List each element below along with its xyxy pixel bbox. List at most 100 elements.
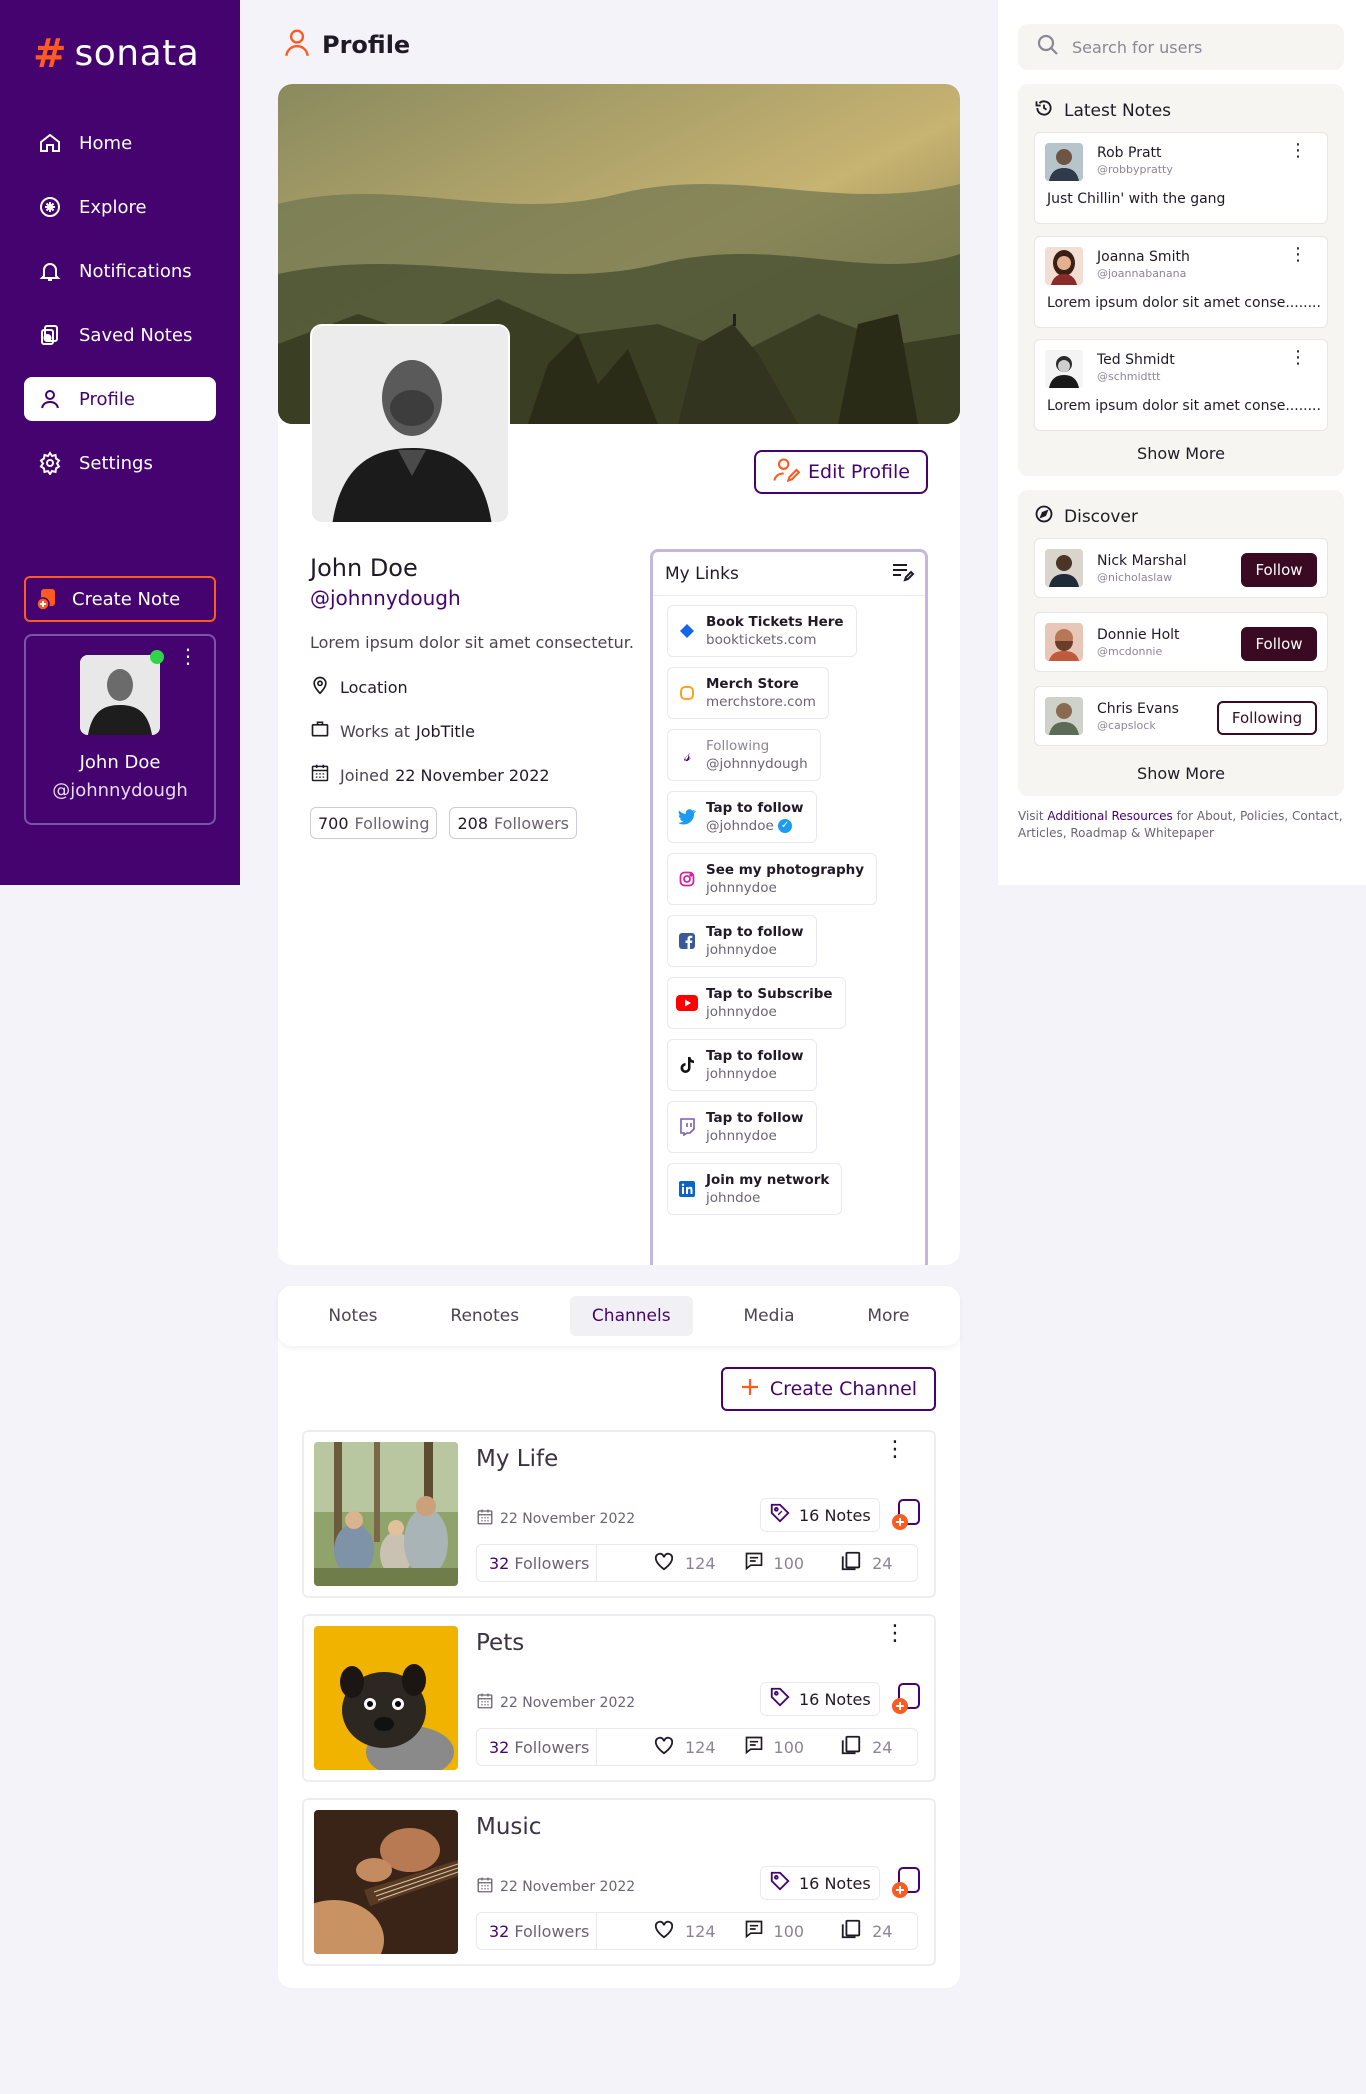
link-item-youtube[interactable]: Tap to Subscribe johnnydoe [667,977,846,1029]
tab-notes[interactable]: Notes [306,1296,399,1336]
search-input[interactable] [1072,37,1312,57]
more-options-icon[interactable]: ⋮ [884,1439,906,1461]
plus-icon [740,1377,760,1402]
more-options-icon[interactable]: ⋮ [884,1623,906,1645]
discover-user-card[interactable]: Donnie Holt @mcdonnie Follow [1034,612,1328,672]
latest-note-card[interactable]: Rob Pratt @robbypratty ⋮ Just Chillin' w… [1034,132,1328,224]
link-label: Tap to follow [706,1110,804,1126]
show-more-notes-link[interactable]: Show More [1018,444,1344,463]
channel-notes-count[interactable]: 16 Notes [760,1682,880,1716]
user-search[interactable] [1018,24,1344,70]
add-note-icon[interactable] [890,1682,922,1716]
link-item-twitter[interactable]: Tap to follow @johndoe ✓ [667,791,817,843]
link-item-sonata[interactable]: 𝓈 Following @johnnydough [667,729,821,781]
nav-item-home[interactable]: Home [24,121,216,165]
channel-notes-count[interactable]: 16 Notes [760,1498,880,1532]
comments-count: 100 [773,1737,805,1757]
link-item-tickets[interactable]: Book Tickets Here booktickets.com [667,605,857,657]
nav-label: Home [79,132,133,154]
channel-followers[interactable]: 32 Followers [477,1729,597,1765]
discover-user-name: Nick Marshal [1097,553,1187,569]
tab-renotes[interactable]: Renotes [428,1296,541,1336]
create-note-icon [34,586,60,612]
facebook-icon [676,930,698,952]
comments-stat[interactable]: 100 [744,1735,805,1759]
comment-icon [744,1735,764,1759]
more-options-icon[interactable]: ⋮ [1289,349,1307,367]
nav-item-explore[interactable]: Explore [24,185,216,229]
more-options-icon[interactable]: ⋮ [1289,142,1307,160]
profile-picture[interactable] [310,324,510,524]
latest-note-card[interactable]: Joanna Smith @joannabanana ⋮ Lorem ipsum… [1034,236,1328,328]
latest-note-card[interactable]: Ted Shmidt @schmidttt ⋮ Lorem ipsum dolo… [1034,339,1328,431]
channel-card-my-life[interactable]: My Life ⋮ 22 November 2022 16 Notes 32 Fo… [302,1430,936,1598]
create-note-button[interactable]: Create Note [24,576,216,622]
copies-count: 24 [872,1921,893,1941]
likes-stat[interactable]: 124 [653,1735,716,1759]
comments-stat[interactable]: 100 [744,1919,804,1943]
discover-header: Discover [1034,504,1138,529]
discover-user-card[interactable]: Nick Marshal @nicholaslaw Follow [1034,538,1328,598]
tiktok-icon [676,1054,698,1076]
channel-followers[interactable]: 32 Followers [477,1545,597,1581]
nav-item-settings[interactable]: Settings [24,441,216,485]
followers-count-button[interactable]: 208 Followers [449,807,577,839]
nav-label: Profile [79,388,135,410]
follow-button[interactable]: Follow [1241,627,1317,661]
nav-item-profile[interactable]: Profile [24,377,216,421]
link-item-merch[interactable]: Merch Store merchstore.com [667,667,829,719]
show-more-discover-link[interactable]: Show More [1018,764,1344,783]
nav-item-saved-notes[interactable]: Saved Notes [24,313,216,357]
comments-count: 100 [773,1553,805,1573]
link-item-facebook[interactable]: Tap to follow johnnydoe [667,915,817,967]
following-count-button[interactable]: 700 Following [310,807,438,839]
add-note-icon[interactable] [890,1866,922,1900]
edit-links-icon[interactable] [891,561,915,587]
nav-label: Notifications [79,260,192,282]
logo[interactable]: # sonata [33,34,199,75]
likes-stat[interactable]: 124 [653,1919,716,1943]
comments-stat[interactable]: 100 [744,1551,805,1575]
latest-notes-header: Latest Notes [1034,98,1171,123]
tab-media[interactable]: Media [721,1296,816,1336]
following-button[interactable]: Following [1217,701,1317,735]
additional-resources-link[interactable]: Additional Resources [1047,809,1172,823]
copies-count: 24 [872,1737,893,1757]
saved-notes-icon [37,322,63,348]
more-options-icon[interactable]: ⋮ [178,646,198,666]
profile-joined: Joined 22 November 2022 [310,763,550,787]
profile-card: Edit Profile John Doe @johnnydough Lorem… [278,84,960,1265]
copies-stat[interactable]: 24 [840,1734,892,1760]
channel-image [314,1810,458,1954]
link-sub: johnnydoe [706,1066,777,1082]
link-item-twitch[interactable]: Tap to follow johnnydoe [667,1101,817,1153]
user-card-handle: @johnnydough [52,780,188,801]
current-user-card[interactable]: ⋮ John Doe @johnnydough [24,634,216,825]
note-author-handle: @joannabanana [1097,267,1187,280]
link-label: Tap to follow [706,800,804,816]
nav-item-notifications[interactable]: Notifications [24,249,216,293]
channel-notes-count[interactable]: 16 Notes [760,1866,880,1900]
copies-stat[interactable]: 24 [840,1918,892,1944]
links-title: My Links [665,563,739,584]
twitter-icon [676,806,698,828]
channel-followers[interactable]: 32 Followers [477,1913,597,1949]
discover-user-handle: @nicholaslaw [1097,571,1173,584]
tab-channels[interactable]: Channels [569,1296,693,1336]
user-card-name: John Doe [79,752,161,773]
nav-label: Explore [79,196,147,218]
tab-more[interactable]: More [845,1296,931,1336]
add-note-icon[interactable] [890,1498,922,1532]
edit-profile-button[interactable]: Edit Profile [754,450,928,494]
channel-card-music[interactable]: Music 22 November 2022 16 Notes 32 Follow… [302,1798,936,1966]
link-item-tiktok[interactable]: Tap to follow johnnydoe [667,1039,817,1091]
likes-stat[interactable]: 124 [653,1551,716,1575]
discover-user-card[interactable]: Chris Evans @capslock Following [1034,686,1328,746]
channel-card-pets[interactable]: Pets ⋮ 22 November 2022 16 Notes 32 Follo… [302,1614,936,1782]
copies-stat[interactable]: 24 [840,1550,892,1576]
follow-button[interactable]: Follow [1241,553,1317,587]
link-item-linkedin[interactable]: Join my network johndoe [667,1163,843,1215]
more-options-icon[interactable]: ⋮ [1289,246,1307,264]
link-item-instagram[interactable]: See my photography johnnydoe [667,853,878,905]
create-channel-button[interactable]: Create Channel [721,1367,936,1411]
